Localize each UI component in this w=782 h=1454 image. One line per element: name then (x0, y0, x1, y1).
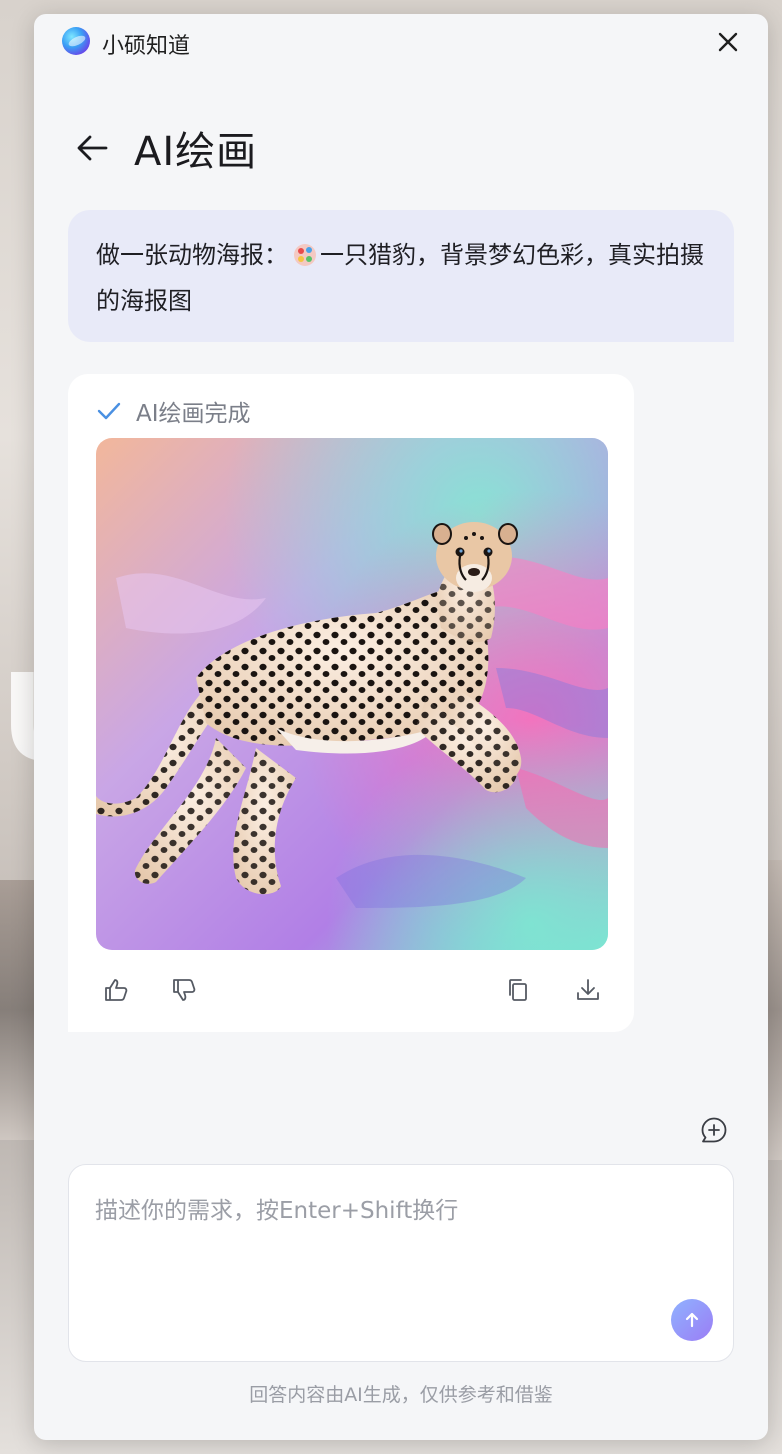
download-icon (577, 979, 599, 1000)
copy-icon (509, 979, 527, 1001)
page-title: AI绘画 (134, 129, 258, 175)
generated-image[interactable] (96, 438, 608, 950)
user-message-bubble: 做一张动物海报： 一只猎豹，背景梦幻色彩，真实拍摄的海报图 (68, 210, 734, 342)
titlebar: 小硕知道 (34, 14, 768, 70)
dislike-button[interactable] (164, 970, 204, 1010)
palette-emoji-icon (294, 244, 316, 266)
thumbs-up-icon (105, 979, 128, 1001)
prompt-input-box (68, 1164, 734, 1362)
user-message-text-before: 做一张动物海报： (96, 241, 288, 269)
page-header: AI绘画 (70, 118, 257, 178)
new-chat-icon (701, 1117, 727, 1143)
close-button[interactable] (712, 26, 744, 58)
send-arrow-icon (685, 1312, 699, 1328)
status-text: AI绘画完成 (136, 401, 251, 427)
status-row: AI绘画完成 (96, 394, 251, 428)
ai-response-card: AI绘画完成 (68, 374, 634, 1032)
close-icon (718, 32, 738, 52)
back-arrow-icon (77, 135, 108, 161)
back-button[interactable] (70, 126, 114, 170)
thumbs-down-icon (173, 979, 196, 1001)
ai-disclaimer: 回答内容由AI生成，仅供参考和借鉴 (249, 1384, 553, 1406)
response-actions (96, 970, 608, 1010)
like-button[interactable] (96, 970, 136, 1010)
download-button[interactable] (568, 970, 608, 1010)
prompt-input[interactable] (95, 1191, 695, 1301)
send-button[interactable] (671, 1299, 713, 1341)
app-title: 小硕知道 (102, 34, 191, 59)
check-icon (96, 398, 122, 424)
chat-window: 小硕知道 AI绘画 做一张动物海报： 一只猎豹，背景梦幻色彩，真实拍摄的海报图 A… (34, 14, 768, 1440)
new-chat-button[interactable] (698, 1114, 730, 1146)
copy-button[interactable] (498, 970, 538, 1010)
app-logo-icon (62, 27, 90, 55)
